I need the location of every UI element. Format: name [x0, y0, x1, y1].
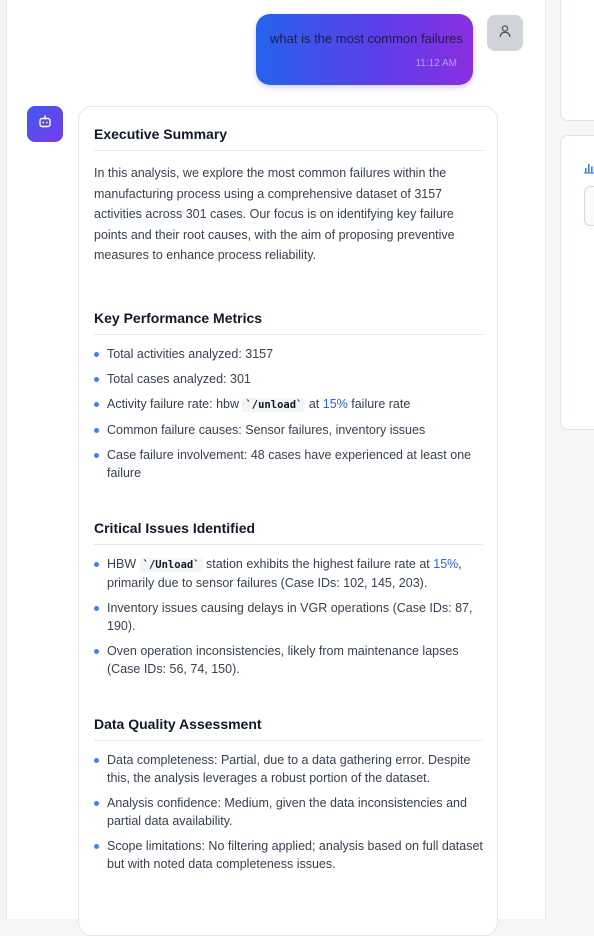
executive-summary-text: In this analysis, we explore the most co… [94, 166, 455, 262]
inline-code: `/unload` [242, 397, 306, 412]
sidebar-edge [0, 0, 7, 919]
list-item: HBW `/Unload` station exhibits the highe… [94, 555, 483, 592]
user-message-bubble: what is the most common failures 11:12 A… [256, 14, 473, 85]
list-item: Common failure causes: Sensor failures, … [94, 421, 483, 439]
list-item: Total activities analyzed: 3157 [94, 345, 483, 363]
chat-pane: what is the most common failures 11:12 A… [0, 0, 546, 936]
user-message-text: what is the most common failures [270, 31, 463, 46]
inline-code: `/Unload` [139, 557, 203, 572]
list-item: Activity failure rate: hbw `/unload` at … [94, 395, 483, 414]
critical-issues-list: HBW `/Unload` station exhibits the highe… [94, 555, 483, 678]
user-icon [498, 24, 512, 43]
side-panel-card [560, 0, 594, 121]
list-item: Inventory issues causing delays in VGR o… [94, 599, 483, 635]
highlight-percentage: 15% [322, 396, 348, 411]
section-title-critical-issues: Critical Issues Identified [94, 520, 483, 545]
section-title-key-metrics: Key Performance Metrics [94, 310, 483, 335]
assistant-avatar [27, 106, 63, 142]
section-title-executive-summary: Executive Summary [94, 126, 483, 151]
assistant-answer-card: Executive Summary In this analysis, we e… [78, 106, 498, 936]
side-panel-control[interactable] [584, 186, 594, 226]
user-message-time: 11:12 AM [415, 58, 457, 69]
key-metrics-list: Total activities analyzed: 3157 Total ca… [94, 345, 483, 482]
list-item: Data completeness: Partial, due to a dat… [94, 751, 483, 787]
list-item: Total cases analyzed: 301 [94, 370, 483, 388]
list-item: Case failure involvement: 48 cases have … [94, 446, 483, 482]
bar-chart-icon [583, 161, 594, 179]
side-panel-card [560, 135, 594, 430]
list-item: Oven operation inconsistencies, likely f… [94, 642, 483, 678]
list-item: Analysis confidence: Medium, given the d… [94, 794, 483, 830]
bot-icon [37, 114, 53, 135]
section-title-data-quality: Data Quality Assessment [94, 716, 483, 741]
highlight-percentage: 15% [433, 556, 459, 571]
user-avatar [487, 15, 523, 51]
data-quality-list: Data completeness: Partial, due to a dat… [94, 751, 483, 873]
list-item: Scope limitations: No filtering applied;… [94, 837, 483, 873]
